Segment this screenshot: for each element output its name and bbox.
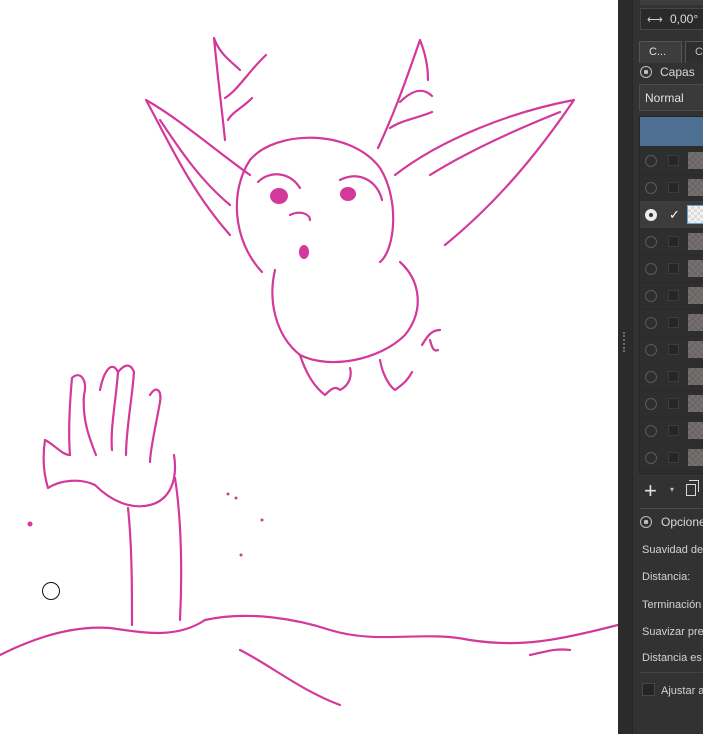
lock-icon[interactable] xyxy=(640,516,652,528)
angle-field[interactable]: ⟷ 0,00° xyxy=(640,8,703,30)
lock-icon[interactable] xyxy=(640,66,652,78)
layer-checkbox[interactable] xyxy=(668,371,679,382)
layer-checkbox[interactable] xyxy=(668,317,679,328)
layer-row[interactable] xyxy=(640,417,703,445)
chevron-down-icon[interactable]: ▾ xyxy=(670,485,674,494)
layer-thumbnail-selected xyxy=(687,205,703,224)
resize-grip-icon[interactable] xyxy=(623,332,627,352)
layer-thumbnail xyxy=(688,287,703,304)
eye-visible-icon[interactable] xyxy=(645,209,657,221)
layer-row[interactable] xyxy=(640,390,703,418)
layers-list[interactable]: ✓ xyxy=(639,116,703,474)
layer-thumbnail xyxy=(688,152,703,169)
layer-group-selected[interactable] xyxy=(640,117,703,146)
eye-icon[interactable] xyxy=(645,398,657,410)
layer-thumbnail xyxy=(688,422,703,439)
layer-row[interactable] xyxy=(640,363,703,391)
layer-thumbnail xyxy=(688,341,703,358)
add-layer-button[interactable]: + xyxy=(644,480,657,502)
layer-thumbnail xyxy=(688,233,703,250)
layer-row[interactable] xyxy=(640,228,703,256)
eye-icon[interactable] xyxy=(645,452,657,464)
eye-icon[interactable] xyxy=(645,425,657,437)
eye-icon[interactable] xyxy=(645,290,657,302)
eye-icon[interactable] xyxy=(645,371,657,383)
adjust-label: Ajustar a xyxy=(661,685,703,697)
option-smooth-pressure: Suavizar pre xyxy=(642,626,703,638)
eye-icon[interactable] xyxy=(645,155,657,167)
layer-thumbnail xyxy=(688,368,703,385)
eye-icon[interactable] xyxy=(645,344,657,356)
right-docker-panel: ⟷ 0,00° C... C Capas Normal ✓ + ▾ Opcion… xyxy=(618,0,703,734)
tab-docker-2[interactable]: C xyxy=(685,41,703,63)
option-stabilizer-distance: Distancia es xyxy=(642,652,702,664)
eye-icon[interactable] xyxy=(645,263,657,275)
layers-title: Capas xyxy=(660,65,695,79)
eye-icon[interactable] xyxy=(645,182,657,194)
duplicate-layer-icon[interactable] xyxy=(686,480,699,496)
layer-thumbnail xyxy=(688,395,703,412)
option-distance: Distancia: xyxy=(642,571,691,583)
layer-row[interactable] xyxy=(640,309,703,337)
layer-row[interactable] xyxy=(640,174,703,202)
layer-thumbnail xyxy=(688,449,703,466)
eye-icon[interactable] xyxy=(645,317,657,329)
tab-docker-1[interactable]: C... xyxy=(639,41,682,63)
layer-row[interactable] xyxy=(640,147,703,175)
brush-cursor xyxy=(42,582,60,600)
eye-icon[interactable] xyxy=(645,236,657,248)
divider xyxy=(640,508,703,509)
layer-checkbox[interactable] xyxy=(668,263,679,274)
layer-row[interactable] xyxy=(640,282,703,310)
layer-buttons: + ▾ xyxy=(640,480,703,504)
adjust-checkbox[interactable] xyxy=(642,683,655,696)
angle-value: 0,00° xyxy=(670,12,699,26)
layer-row[interactable] xyxy=(640,336,703,364)
tool-options-title: Opcione xyxy=(661,515,703,529)
drawing-canvas[interactable] xyxy=(0,0,618,734)
layer-checkbox[interactable] xyxy=(668,182,679,193)
layer-thumbnail xyxy=(688,314,703,331)
layer-checkbox-checked[interactable]: ✓ xyxy=(668,208,680,221)
layer-checkbox[interactable] xyxy=(668,155,679,166)
layer-checkbox[interactable] xyxy=(668,452,679,463)
layer-checkbox[interactable] xyxy=(668,236,679,247)
blend-mode-select[interactable]: Normal xyxy=(639,84,703,111)
rotate-arrows-icon: ⟷ xyxy=(647,14,663,26)
layer-row-active[interactable]: ✓ xyxy=(640,201,703,229)
layer-checkbox[interactable] xyxy=(668,398,679,409)
option-termination: Terminación xyxy=(642,599,702,611)
docker-resize-edge[interactable] xyxy=(618,0,633,734)
layer-row[interactable] xyxy=(640,255,703,283)
option-smoothing: Suavidad de xyxy=(642,544,703,556)
divider xyxy=(640,672,703,673)
layer-row[interactable] xyxy=(640,444,703,472)
sketch-drawing xyxy=(0,36,618,707)
toolbar-strip xyxy=(640,0,703,5)
layer-thumbnail xyxy=(688,179,703,196)
layer-thumbnail xyxy=(688,260,703,277)
layer-checkbox[interactable] xyxy=(668,290,679,301)
layer-checkbox[interactable] xyxy=(668,344,679,355)
layer-checkbox[interactable] xyxy=(668,425,679,436)
